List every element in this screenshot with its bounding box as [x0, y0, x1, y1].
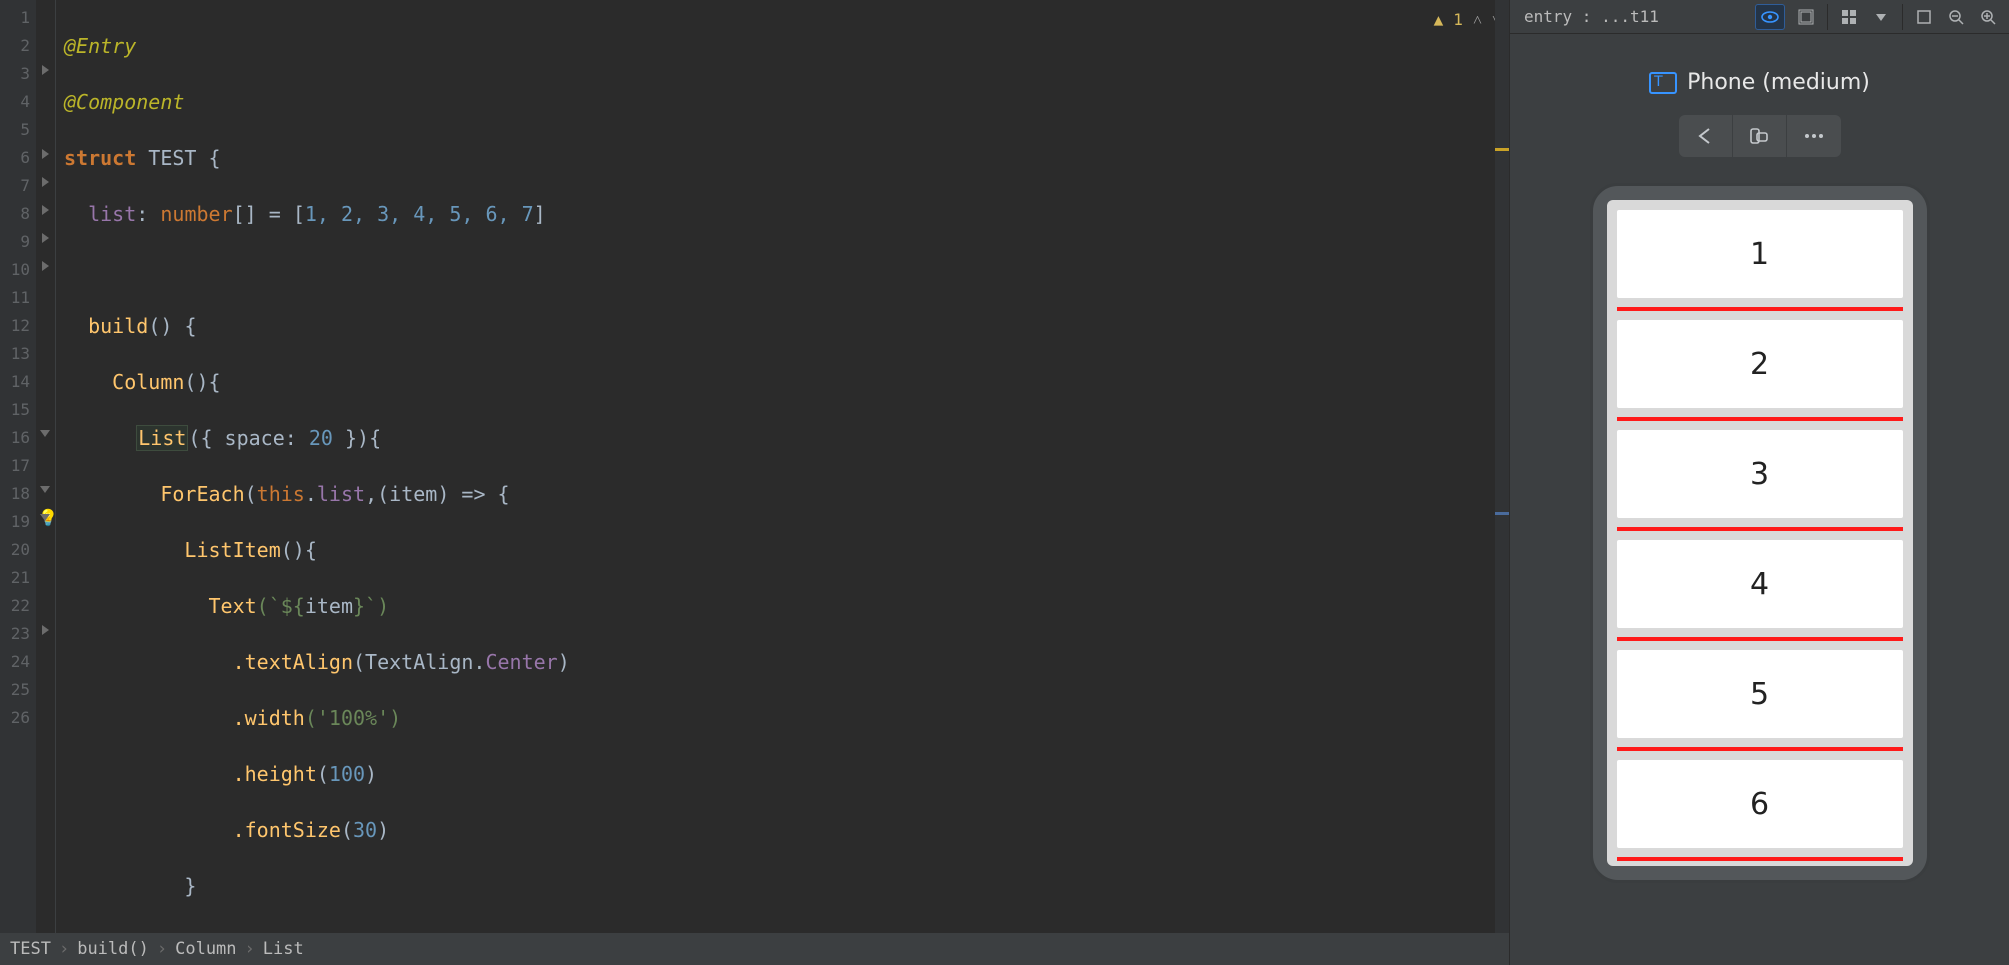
keyword: struct: [64, 146, 136, 170]
error-stripe[interactable]: [1495, 0, 1509, 933]
fold-handle[interactable]: [39, 232, 51, 244]
fold-gutter[interactable]: 💡: [36, 0, 56, 933]
list-divider: [1617, 747, 1903, 751]
list-item[interactable]: 3: [1617, 430, 1903, 518]
zoom-in-button[interactable]: [1973, 4, 2003, 30]
dropdown-icon[interactable]: [1866, 4, 1896, 30]
list-item[interactable]: 4: [1617, 540, 1903, 628]
list-divider: [1617, 637, 1903, 641]
list-divider: [1617, 527, 1903, 531]
prev-highlight-icon[interactable]: ˄: [1473, 6, 1482, 34]
breadcrumb-item[interactable]: build(): [77, 939, 149, 959]
fold-handle[interactable]: [39, 148, 51, 160]
breadcrumb[interactable]: TEST › build() › Column › List: [0, 933, 1509, 965]
zoom-out-button[interactable]: [1941, 4, 1971, 30]
list-item[interactable]: 1: [1617, 210, 1903, 298]
fold-handle[interactable]: [39, 64, 51, 76]
previewer-title: entry : ...t11: [1516, 7, 1749, 26]
code-body[interactable]: @Entry @Component struct TEST { list: nu…: [56, 0, 1509, 933]
chevron-right-icon: ›: [245, 939, 255, 959]
highlighted-symbol: List: [136, 425, 188, 451]
device-icon: [1649, 72, 1677, 94]
list-item[interactable]: 5: [1617, 650, 1903, 738]
fold-handle[interactable]: [39, 428, 51, 440]
list-divider: [1617, 307, 1903, 311]
back-button[interactable]: [1679, 115, 1733, 157]
stripe-mark[interactable]: [1495, 148, 1509, 151]
list-divider: [1617, 417, 1903, 421]
code-editor[interactable]: 123 456 789 101112 131415 161718 192021 …: [0, 0, 1509, 965]
device-label: Phone (medium): [1649, 70, 1870, 95]
warning-count: 1: [1453, 6, 1463, 34]
list-item[interactable]: 6: [1617, 760, 1903, 848]
rotate-button[interactable]: [1733, 115, 1787, 157]
stripe-mark[interactable]: [1495, 512, 1509, 515]
list-item[interactable]: 2: [1617, 320, 1903, 408]
chevron-right-icon: ›: [157, 939, 167, 959]
fold-handle[interactable]: [39, 176, 51, 188]
more-button[interactable]: [1787, 115, 1841, 157]
list-divider: [1617, 857, 1903, 861]
fold-handle[interactable]: [39, 260, 51, 272]
fold-handle[interactable]: [39, 484, 51, 496]
warning-icon: ▲: [1434, 6, 1444, 34]
chevron-right-icon: ›: [59, 939, 69, 959]
breadcrumb-item[interactable]: TEST: [10, 939, 51, 959]
fold-handle[interactable]: [39, 624, 51, 636]
device-screen[interactable]: 1 2 3 4 5 6: [1607, 200, 1913, 866]
preview-controls: [1679, 115, 1841, 157]
inspections-widget[interactable]: ▲ 1 ˄ ˅: [1434, 6, 1501, 34]
breadcrumb-item[interactable]: List: [263, 939, 304, 959]
fit-screen-button[interactable]: [1909, 4, 1939, 30]
inspector-toggle-button[interactable]: [1755, 4, 1785, 30]
fold-handle[interactable]: [39, 512, 51, 524]
annotation: @Component: [64, 90, 184, 114]
fold-handle[interactable]: [39, 204, 51, 216]
component-tree-button[interactable]: [1791, 4, 1821, 30]
annotation: @Entry: [64, 34, 136, 58]
previewer-toolbar: entry : ...t11: [1510, 0, 2009, 34]
previewer-panel: entry : ...t11: [1509, 0, 2009, 965]
multi-profile-button[interactable]: [1834, 4, 1864, 30]
breadcrumb-item[interactable]: Column: [175, 939, 236, 959]
line-number-gutter: 123 456 789 101112 131415 161718 192021 …: [0, 0, 36, 933]
device-frame: 1 2 3 4 5 6: [1590, 183, 1930, 883]
